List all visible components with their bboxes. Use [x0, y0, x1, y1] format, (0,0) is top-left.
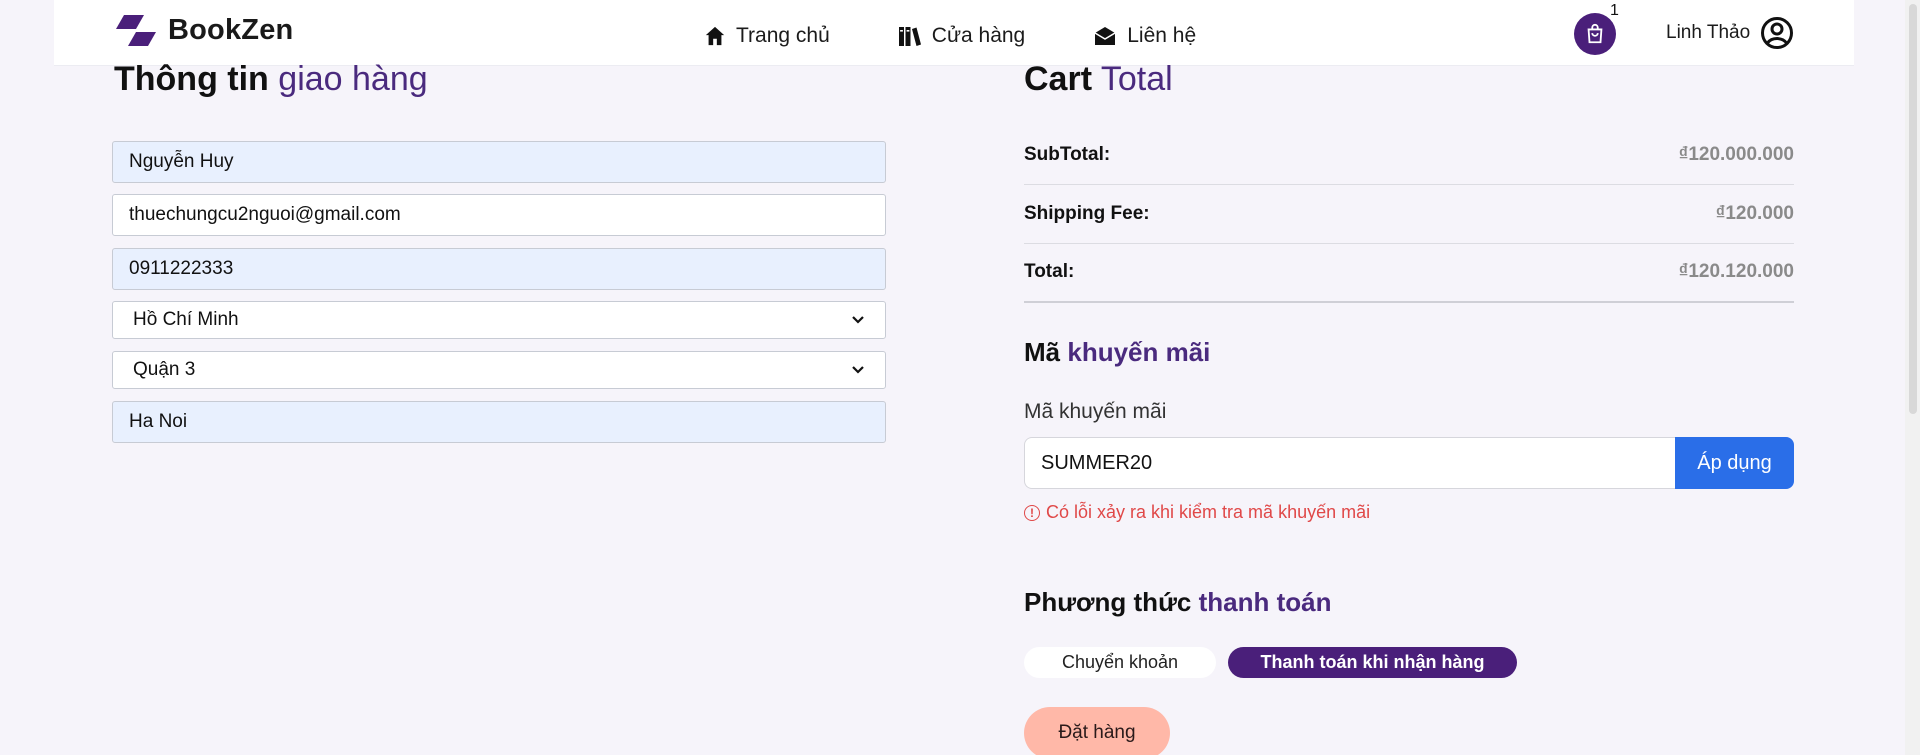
- bookzen-logo-icon: [116, 14, 156, 46]
- shipping-fee-value: ₫120.000: [1715, 202, 1794, 224]
- top-navbar: BookZen Trang chủ Cửa hàng Liên hệ 1 Lin…: [54, 0, 1854, 66]
- nav-shop[interactable]: Cửa hàng: [898, 24, 1025, 48]
- promo-error-text: Có lỗi xảy ra khi kiểm tra mã khuyến mãi: [1046, 502, 1371, 522]
- apply-promo-button[interactable]: Áp dụng: [1675, 437, 1794, 489]
- books-icon: [898, 27, 921, 46]
- cart-count-badge: 1: [1610, 2, 1619, 19]
- chevron-down-icon: [852, 316, 864, 324]
- total-value: ₫120.120.000: [1678, 261, 1794, 282]
- promo-section-title: Mã khuyến mãi: [1024, 337, 1211, 367]
- total-row: Total: ₫120.120.000: [1024, 243, 1794, 303]
- payment-section-title: Phương thức thanh toán: [1024, 587, 1332, 617]
- promo-code-input[interactable]: SUMMER20: [1024, 437, 1676, 489]
- payment-option-cod[interactable]: Thanh toán khi nhận hàng: [1228, 647, 1517, 678]
- district-select-value: Quận 3: [133, 359, 196, 380]
- phone-field[interactable]: 0911222333: [112, 248, 886, 290]
- city-select[interactable]: Hồ Chí Minh: [112, 301, 886, 339]
- total-label: Total:: [1024, 261, 1075, 282]
- user-name[interactable]: Linh Thảo: [1666, 22, 1750, 44]
- nav-home[interactable]: Trang chủ: [704, 24, 830, 48]
- shipping-info-title: Thông tin giao hàng: [114, 60, 428, 98]
- subtotal-row: SubTotal: ₫120.000.000: [1024, 125, 1794, 185]
- subtotal-value: ₫120.000.000: [1678, 143, 1794, 165]
- chevron-down-icon: [852, 366, 864, 374]
- nav-contact-label: Liên hệ: [1127, 24, 1197, 47]
- error-info-icon: !: [1024, 504, 1040, 521]
- district-select[interactable]: Quận 3: [112, 351, 886, 389]
- nav-home-label: Trang chủ: [736, 24, 830, 47]
- payment-option-bank-transfer[interactable]: Chuyển khoản: [1024, 647, 1216, 678]
- city-select-value: Hồ Chí Minh: [133, 309, 239, 330]
- home-icon: [705, 26, 725, 46]
- subtotal-label: SubTotal:: [1024, 143, 1111, 165]
- brand-logo[interactable]: BookZen: [114, 14, 293, 47]
- nav-shop-label: Cửa hàng: [931, 24, 1026, 47]
- brand-name: BookZen: [168, 14, 294, 46]
- email-field[interactable]: thuechungcu2nguoi@gmail.com: [112, 194, 886, 236]
- nav-contact[interactable]: Liên hệ: [1093, 24, 1196, 48]
- address-field[interactable]: Ha Noi: [112, 401, 886, 443]
- promo-code-label: Mã khuyến mãi: [1024, 400, 1167, 423]
- mail-icon: [1094, 27, 1116, 45]
- main-nav: Trang chủ Cửa hàng Liên hệ: [704, 24, 1196, 48]
- shopping-bag-icon: [1587, 23, 1603, 44]
- place-order-button[interactable]: Đặt hàng: [1024, 707, 1170, 755]
- promo-error-message: ! Có lỗi xảy ra khi kiểm tra mã khuyến m…: [1024, 502, 1370, 523]
- user-account-icon[interactable]: [1760, 16, 1794, 50]
- shipping-fee-row: Shipping Fee: ₫120.000: [1024, 184, 1794, 244]
- cart-total-title: Cart Total: [1024, 60, 1173, 98]
- shipping-fee-label: Shipping Fee:: [1024, 202, 1150, 224]
- full-name-field[interactable]: Nguyễn Huy: [112, 141, 886, 183]
- page-scrollbar-thumb[interactable]: [1909, 4, 1917, 414]
